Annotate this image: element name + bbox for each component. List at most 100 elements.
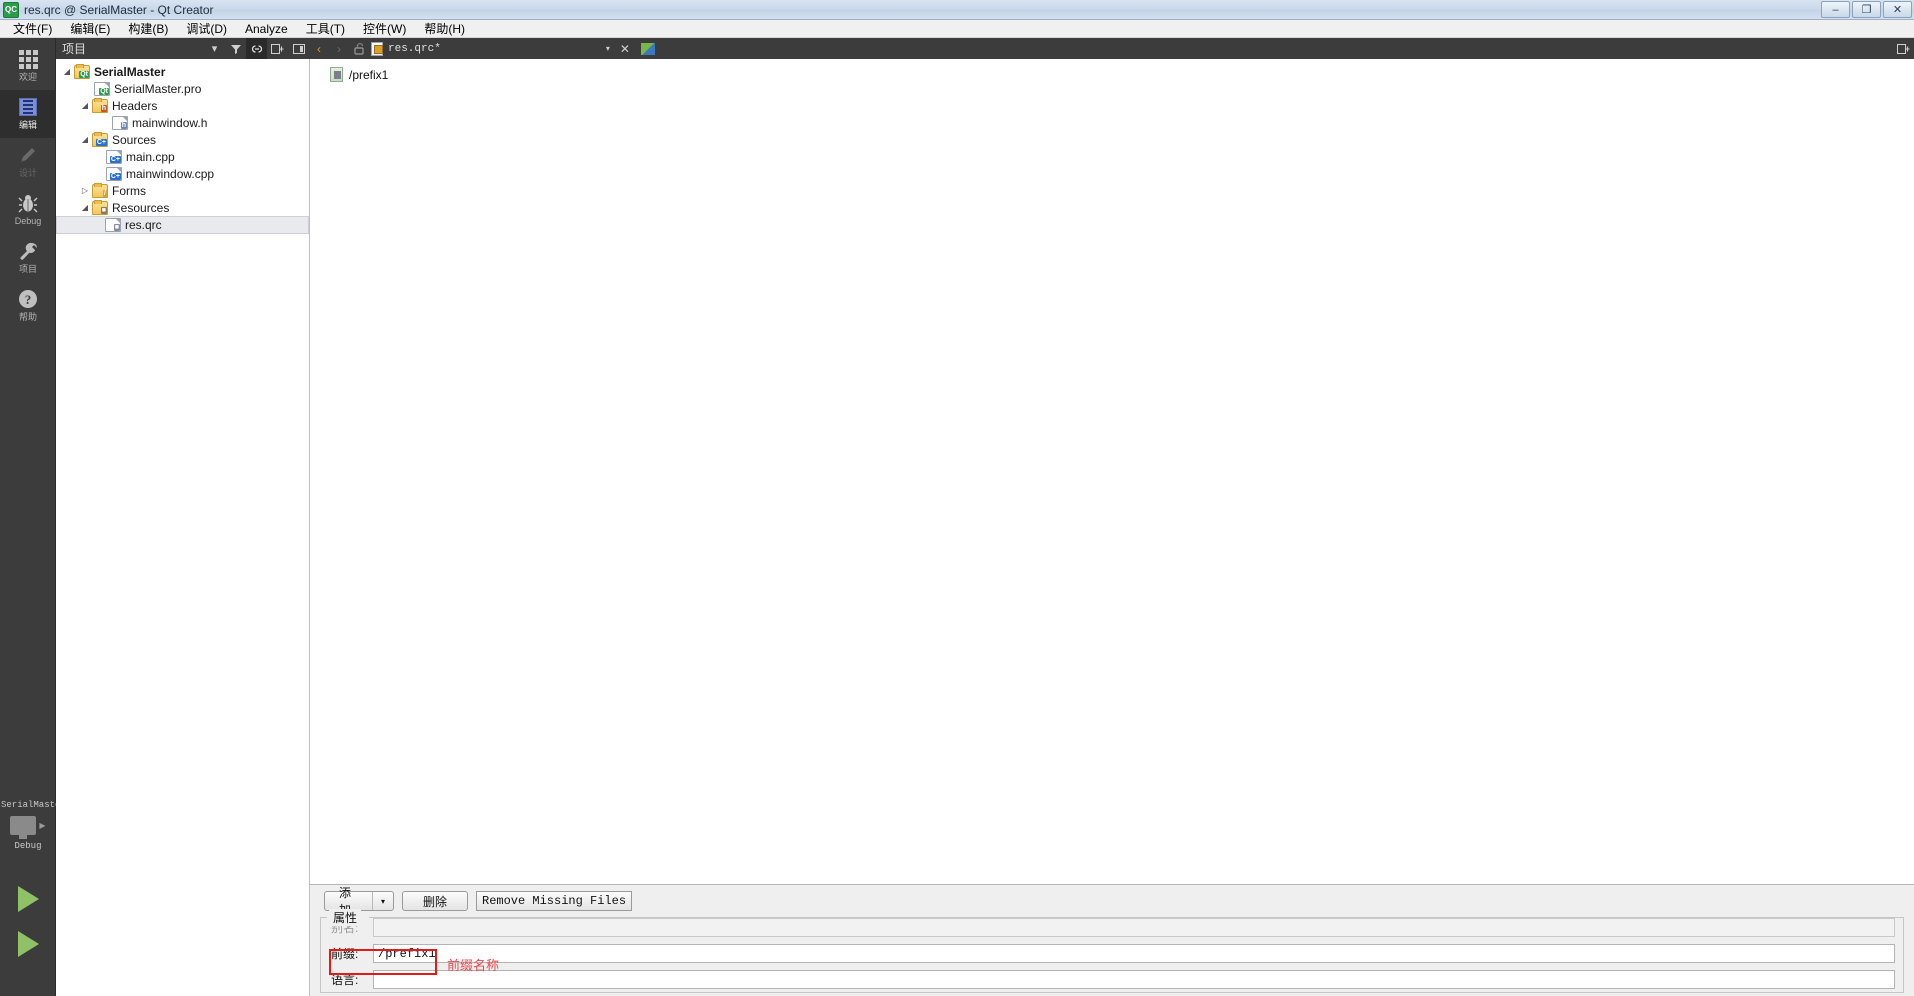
group-border-right bbox=[369, 917, 1903, 918]
kit-project-name: SerialMaster bbox=[1, 800, 66, 810]
qt-creator-window: QC res.qrc @ SerialMaster - Qt Creator –… bbox=[0, 0, 1914, 996]
language-input[interactable] bbox=[373, 970, 1895, 989]
split-icon[interactable] bbox=[267, 38, 288, 59]
alias-row: 别名: bbox=[321, 917, 1903, 938]
minimize-button[interactable]: – bbox=[1821, 1, 1850, 18]
remove-missing-files-button[interactable]: Remove Missing Files bbox=[476, 891, 633, 911]
mode-projects[interactable]: 项目 bbox=[0, 234, 56, 282]
tree-label: Sources bbox=[112, 132, 157, 147]
editor-area: ‹ › res.qrc* ▾ ✕ /prefix1 bbox=[309, 38, 1914, 996]
menu-analyze[interactable]: Analyze bbox=[236, 21, 297, 37]
nav-back-button[interactable]: ‹ bbox=[309, 38, 329, 59]
tree-label: SerialMaster bbox=[94, 64, 166, 79]
view-selector-caret[interactable]: ▾ bbox=[204, 38, 225, 59]
editor-toolbar: ‹ › res.qrc* ▾ ✕ bbox=[309, 38, 1914, 59]
kit-selector[interactable]: SerialMaster ▶ Debug bbox=[0, 800, 66, 851]
expand-arrow-icon[interactable] bbox=[78, 101, 92, 110]
tree-item-sources[interactable]: C+ Sources bbox=[56, 131, 309, 148]
language-row: 语言: bbox=[321, 969, 1903, 990]
prefix-annotation-text: 前缀名称 bbox=[447, 958, 500, 973]
mode-debug[interactable]: Debug bbox=[0, 186, 56, 234]
qrc-prefix-label: /prefix1 bbox=[349, 67, 389, 82]
tree-item-forms[interactable]: / Forms bbox=[56, 182, 309, 199]
mode-design-label: 设计 bbox=[18, 168, 37, 178]
unlock-icon[interactable] bbox=[349, 38, 371, 59]
monitor-icon bbox=[10, 816, 37, 839]
remove-missing-files-label: Remove Missing Files bbox=[482, 894, 627, 908]
close-button[interactable]: ✕ bbox=[1883, 1, 1912, 18]
split-editor-icon[interactable] bbox=[639, 41, 656, 56]
restore-button[interactable]: ❐ bbox=[1852, 1, 1881, 18]
menu-edit[interactable]: 编辑(E) bbox=[61, 19, 119, 38]
close-panel-icon[interactable] bbox=[288, 38, 309, 59]
collapse-arrow-icon[interactable] bbox=[78, 186, 92, 195]
qrc-file-icon: ■ bbox=[105, 218, 121, 232]
mode-design: 设计 bbox=[0, 138, 56, 186]
filter-icon[interactable] bbox=[225, 38, 246, 59]
tree-item-res-qrc[interactable]: ■ res.qrc bbox=[56, 216, 309, 234]
app-icon: QC bbox=[3, 1, 19, 18]
tree-item-main-cpp[interactable]: C+ main.cpp bbox=[56, 148, 309, 165]
title-bar: QC res.qrc @ SerialMaster - Qt Creator –… bbox=[0, 0, 1914, 20]
cpp-file-icon: C+ bbox=[106, 149, 122, 164]
remove-button-label: 删除 bbox=[422, 894, 447, 909]
add-button[interactable]: 添加 ▾ bbox=[324, 886, 394, 917]
qrc-prefix-node[interactable]: /prefix1 bbox=[310, 65, 1914, 84]
tree-label: Forms bbox=[112, 183, 146, 198]
tree-label: Headers bbox=[112, 98, 158, 113]
menu-file[interactable]: 文件(F) bbox=[4, 19, 61, 38]
properties-group: 属性 别名: 前缀: /prefix1 语言: 前缀名称 bbox=[320, 909, 1904, 993]
expand-arrow-icon[interactable] bbox=[78, 203, 92, 212]
mode-welcome[interactable]: 欢迎 bbox=[0, 42, 56, 90]
expand-arrow-icon[interactable] bbox=[78, 135, 92, 144]
menu-debug[interactable]: 调试(D) bbox=[177, 19, 236, 38]
tree-item-mainwindow-h[interactable]: h mainwindow.h bbox=[56, 114, 309, 131]
prefix-highlight-box bbox=[329, 949, 437, 975]
kit-target-row[interactable]: ▶ bbox=[10, 816, 46, 839]
editor-file-dropdown[interactable]: ▾ bbox=[606, 44, 610, 53]
mode-welcome-label: 欢迎 bbox=[18, 72, 37, 82]
split-editor-right-icon[interactable] bbox=[1893, 38, 1914, 59]
tree-item-headers[interactable]: h Headers bbox=[56, 97, 309, 114]
grid-icon bbox=[18, 47, 38, 71]
qt-pro-file-icon: Qt bbox=[94, 81, 110, 96]
tree-item-serialmaster-pro[interactable]: Qt SerialMaster.pro bbox=[56, 80, 309, 97]
prefix-input[interactable]: /prefix1 bbox=[373, 944, 1895, 963]
tree-item-resources[interactable]: ■ Resources bbox=[56, 199, 309, 216]
tree-item-serialmaster[interactable]: Qt SerialMaster bbox=[56, 63, 309, 80]
wrench-icon bbox=[17, 239, 39, 263]
qrc-properties-pane: 添加 ▾ 删除 Remove Missing Files 属性 别名: 前缀: … bbox=[309, 884, 1914, 996]
prefix-row: 前缀: /prefix1 bbox=[321, 943, 1903, 964]
svg-text:?: ? bbox=[25, 292, 32, 307]
nav-forward-button[interactable]: › bbox=[329, 38, 349, 59]
qrc-button-row: 添加 ▾ 删除 Remove Missing Files bbox=[310, 885, 1914, 917]
menu-window[interactable]: 控件(W) bbox=[354, 19, 415, 38]
play-bug-icon bbox=[17, 931, 39, 957]
expand-arrow-icon[interactable] bbox=[60, 67, 74, 76]
mode-help[interactable]: ? 帮助 bbox=[0, 282, 56, 330]
mode-help-label: 帮助 bbox=[18, 312, 37, 322]
alias-input[interactable] bbox=[373, 918, 1895, 937]
project-tree: Qt SerialMaster Qt SerialMaster.pro h He… bbox=[56, 59, 309, 234]
menu-help[interactable]: 帮助(H) bbox=[415, 19, 474, 38]
link-icon[interactable] bbox=[246, 38, 267, 59]
qrc-editor-tree[interactable]: /prefix1 bbox=[309, 59, 1914, 901]
menu-tools[interactable]: 工具(T) bbox=[297, 19, 354, 38]
kit-build-config: Debug bbox=[14, 841, 42, 851]
help-icon: ? bbox=[17, 287, 39, 311]
debug-run-button[interactable] bbox=[0, 922, 56, 966]
tree-item-mainwindow-cpp[interactable]: C+ mainwindow.cpp bbox=[56, 165, 309, 182]
menu-build[interactable]: 构建(B) bbox=[119, 19, 177, 38]
chevron-down-icon[interactable]: ▾ bbox=[373, 897, 393, 906]
prefix-icon bbox=[330, 67, 343, 82]
project-panel: 项目 ▾ Qt SerialMaster Qt bbox=[56, 38, 309, 996]
editor-file-chip[interactable]: res.qrc* bbox=[371, 41, 441, 56]
menu-bar: 文件(F) 编辑(E) 构建(B) 调试(D) Analyze 工具(T) 控件… bbox=[0, 20, 1914, 38]
run-button[interactable] bbox=[0, 877, 56, 921]
header-file-icon: h bbox=[112, 115, 128, 130]
editor-close-icon[interactable]: ✕ bbox=[620, 42, 630, 56]
window-title: res.qrc @ SerialMaster - Qt Creator bbox=[24, 2, 214, 17]
mode-edit[interactable]: 编辑 bbox=[0, 90, 56, 138]
qt-project-folder-icon: Qt bbox=[74, 63, 90, 79]
remove-button[interactable]: 删除 bbox=[402, 891, 468, 911]
